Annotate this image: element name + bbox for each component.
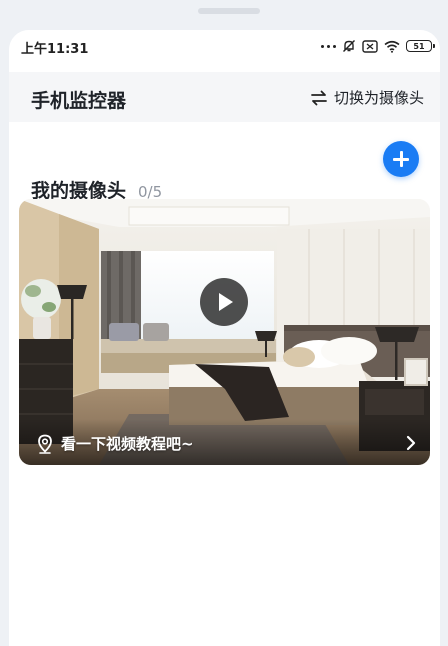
play-button[interactable]: [200, 278, 248, 326]
switch-to-camera-label: 切换为摄像头: [333, 89, 424, 107]
add-camera-button[interactable]: [383, 141, 419, 177]
mute-bell-icon: [343, 40, 355, 52]
phone-screen: 上午11:31 51 手机监控器 切换为摄像头 我的摄像头 0/5 看一下视频教…: [9, 30, 440, 646]
tutorial-text: 看一下视频教程吧~: [61, 435, 194, 453]
status-icons: 51: [321, 38, 435, 54]
page-title: 手机监控器: [31, 90, 127, 112]
tutorial-video-card[interactable]: 看一下视频教程吧~: [19, 199, 430, 465]
wifi-icon: [384, 40, 400, 53]
location-pin-icon: [38, 434, 52, 454]
status-time: 上午11:31: [21, 42, 89, 57]
app-bar: 手机监控器 切换为摄像头: [9, 72, 440, 122]
tutorial-link[interactable]: 看一下视频教程吧~: [37, 433, 194, 454]
sim-card-icon: [362, 39, 378, 53]
switch-to-camera-button[interactable]: 切换为摄像头: [310, 87, 424, 108]
sheet-handle[interactable]: [198, 8, 260, 14]
status-bar: 上午11:31 51: [9, 30, 440, 72]
more-dots-icon: [321, 44, 336, 48]
switch-arrows-icon: [311, 90, 327, 105]
battery-icon: 51: [406, 40, 435, 52]
chevron-right-icon[interactable]: [406, 435, 416, 451]
